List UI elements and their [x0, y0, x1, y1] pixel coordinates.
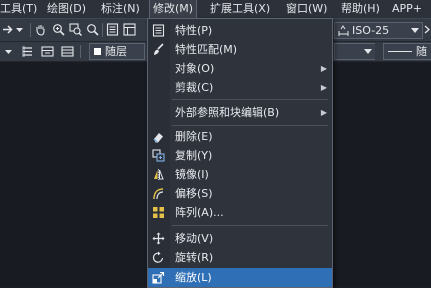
properties-icon: [152, 24, 165, 37]
dimstyle-combo[interactable]: ISO-25: [334, 22, 423, 39]
dropdown-arrow-icon[interactable]: [2, 45, 15, 58]
menu-modify[interactable]: 修改(M): [148, 0, 198, 19]
submenu-arrow-icon: ▶: [320, 83, 327, 92]
offset-icon: [153, 188, 164, 200]
submenu-arrow-icon: ▶: [320, 64, 327, 73]
layer-color-combo[interactable]: 随层: [89, 43, 145, 60]
menu-bar: 工具(T) 绘图(D) 标注(N) 修改(M) 扩展工具(X) 窗口(W) 帮助…: [0, 0, 431, 19]
menu-item-erase[interactable]: 删除(E): [148, 127, 332, 146]
layer-state-icon[interactable]: [41, 45, 54, 58]
copy-icon: [152, 149, 165, 162]
menu-item-label: 复制(Y): [175, 149, 213, 162]
linetype-value: 随: [416, 45, 427, 58]
menu-item-label: 移动(V): [175, 232, 214, 245]
menu-item-label: 偏移(S): [175, 187, 213, 200]
modify-dropdown-menu: 特性(P) 特性匹配(M) 对象(O) ▶ 剪裁(C) ▶ 外部参照和块编辑(B…: [147, 18, 333, 288]
menu-item-label: 删除(E): [175, 130, 213, 143]
menu-item-copy[interactable]: 复制(Y): [148, 146, 332, 165]
menu-extend-tools[interactable]: 扩展工具(X): [210, 0, 270, 18]
menu-item-properties[interactable]: 特性(P): [148, 21, 332, 40]
zoom-realtime-icon[interactable]: [52, 23, 65, 36]
toolbar-divider: [30, 23, 31, 37]
toolbar-divider: [102, 23, 103, 37]
array-icon: [153, 207, 164, 218]
menu-item-rotate[interactable]: 旋转(R): [148, 248, 332, 267]
menu-item-move[interactable]: 移动(V): [148, 229, 332, 248]
menu-item-label: 阵列(A)...: [175, 206, 224, 219]
color-swatch: [94, 48, 101, 55]
menu-draw[interactable]: 绘图(D): [47, 0, 86, 18]
menu-dimension[interactable]: 标注(N): [101, 0, 140, 18]
menu-item-scale[interactable]: 缩放(L): [148, 268, 332, 287]
match-properties-brush-icon: [154, 43, 164, 55]
mirror-icon: [154, 169, 164, 180]
chevron-down-icon: [411, 28, 419, 33]
menu-help[interactable]: 帮助(H): [341, 0, 380, 18]
chevron-down-icon: [364, 49, 372, 54]
pan-hand-icon[interactable]: [34, 23, 47, 36]
menu-item-label: 特性(P): [175, 24, 213, 37]
linetype-combo[interactable]: [334, 43, 375, 60]
menu-item-label: 旋转(R): [175, 251, 214, 264]
layer-color-value: 随层: [105, 45, 127, 58]
move-icon: [152, 232, 165, 245]
zoom-previous-icon[interactable]: [86, 23, 99, 36]
menu-item-object[interactable]: 对象(O) ▶: [148, 59, 332, 78]
menu-window[interactable]: 窗口(W): [286, 0, 327, 18]
lineweight-combo[interactable]: 随: [383, 43, 431, 60]
properties-panel-icon[interactable]: [106, 23, 119, 36]
menu-item-match-properties[interactable]: 特性匹配(M): [148, 40, 332, 59]
toolbar-overflow-icon[interactable]: [424, 23, 431, 36]
layer-previous-icon[interactable]: [61, 45, 74, 58]
menu-item-offset[interactable]: 偏移(S): [148, 184, 332, 203]
design-center-icon[interactable]: [123, 23, 136, 36]
zoom-window-icon[interactable]: [69, 23, 82, 36]
menu-separator: [172, 125, 328, 126]
menu-item-label: 镜像(I): [175, 168, 209, 181]
menu-item-label: 对象(O): [175, 62, 215, 75]
menu-app-plus[interactable]: APP+: [392, 0, 422, 18]
dimstyle-value: ISO-25: [352, 24, 390, 37]
menu-item-xref-block-edit[interactable]: 外部参照和块编辑(B) ▶: [148, 103, 332, 122]
rotate-icon: [152, 251, 164, 263]
dimstyle-icon: [338, 25, 349, 36]
menu-item-label: 特性匹配(M): [175, 43, 238, 56]
line-sample: [388, 51, 412, 52]
toolbar-divider: [80, 45, 81, 58]
menu-tools[interactable]: 工具(T): [0, 0, 37, 18]
menu-separator: [172, 99, 328, 100]
menu-item-mirror[interactable]: 镜像(I): [148, 165, 332, 184]
dropdown-arrow-icon[interactable]: [13, 23, 26, 36]
menu-separator: [172, 225, 328, 226]
layer-manager-icon[interactable]: [21, 45, 34, 58]
menu-item-clip[interactable]: 剪裁(C) ▶: [148, 78, 332, 97]
menu-item-label: 缩放(L): [175, 271, 212, 284]
eraser-icon: [153, 133, 163, 143]
submenu-arrow-icon: ▶: [320, 108, 327, 117]
menu-item-label: 剪裁(C): [175, 81, 214, 94]
menu-item-array[interactable]: 阵列(A)...: [148, 203, 332, 222]
scale-icon: [152, 271, 165, 284]
menu-item-label: 外部参照和块编辑(B): [175, 106, 280, 119]
